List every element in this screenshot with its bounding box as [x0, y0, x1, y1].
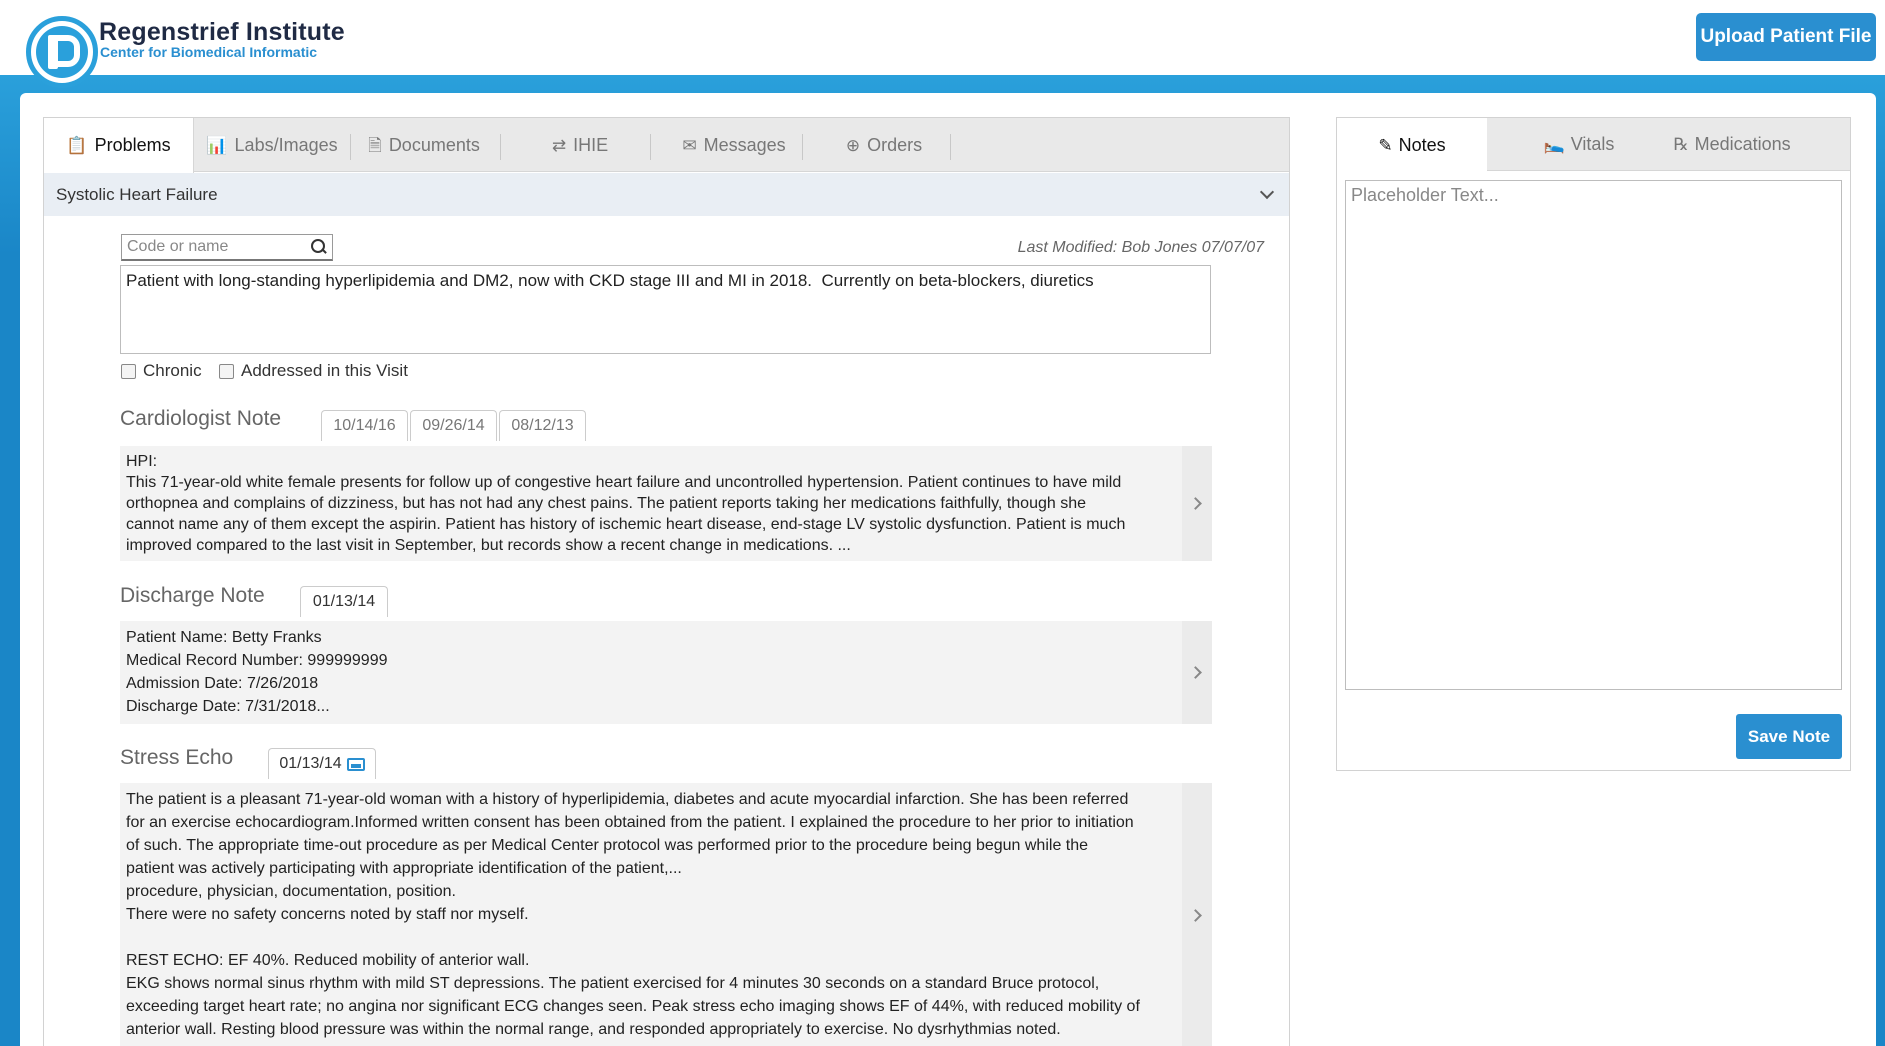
image-icon: [346, 757, 365, 771]
stress-echo-date-tab[interactable]: 01/13/14: [268, 748, 376, 779]
discharge-note-box: Patient Name: Betty Franks Medical Recor…: [120, 621, 1212, 724]
problem-header[interactable]: Systolic Heart Failure: [44, 173, 1289, 216]
chronic-checkbox-row[interactable]: Chronic: [121, 361, 202, 381]
tab-notes[interactable]: ✎ Notes: [1337, 118, 1487, 172]
envelope-icon: ✉: [682, 135, 697, 155]
code-search-input[interactable]: [122, 235, 302, 259]
tab-label: Notes: [1398, 134, 1446, 155]
problems-panel: 📋 Problems 📊 Labs/Images 🗎 Documents ⇄ I…: [43, 117, 1290, 1046]
notes-panel: ✎ Notes 🛌 Vitals ℞ Medications Save Note: [1336, 117, 1851, 771]
discharge-note-text: Patient Name: Betty Franks Medical Recor…: [126, 629, 388, 715]
problem-title: Systolic Heart Failure: [56, 185, 218, 204]
tab-medications[interactable]: ℞ Medications: [1647, 118, 1817, 171]
prescription-icon: ℞: [1673, 135, 1689, 154]
plus-circle-icon: ⊕: [845, 135, 861, 155]
cardiologist-date-tab[interactable]: 08/12/13: [499, 410, 586, 441]
chronic-label: Chronic: [143, 361, 202, 380]
tab-ihie[interactable]: ⇄ IHIE: [510, 118, 650, 172]
brand-title: Regenstrief Institute: [99, 18, 345, 46]
chevron-right-icon[interactable]: [1182, 446, 1212, 561]
discharge-note-title: Discharge Note: [120, 584, 265, 607]
left-tab-bar: 📋 Problems 📊 Labs/Images 🗎 Documents ⇄ I…: [44, 118, 1289, 173]
chevron-right-icon[interactable]: [1182, 783, 1212, 1046]
tab-orders[interactable]: ⊕ Orders: [814, 118, 954, 172]
chronic-checkbox[interactable]: [121, 363, 136, 379]
tab-messages[interactable]: ✉ Messages: [664, 118, 804, 172]
discharge-date-tab[interactable]: 01/13/14: [300, 586, 388, 617]
stress-echo-title: Stress Echo: [120, 746, 234, 769]
cardiologist-date-tab[interactable]: 10/14/16: [321, 410, 408, 441]
pencil-icon: ✎: [1378, 135, 1393, 155]
tab-labs-images[interactable]: 📊 Labs/Images: [202, 118, 342, 172]
shuffle-icon: ⇄: [551, 135, 567, 155]
bed-icon: 🛌: [1543, 135, 1565, 154]
tab-label: Documents: [388, 134, 480, 155]
document-icon: 🗎: [368, 135, 382, 155]
tab-label: Orders: [867, 134, 923, 155]
tab-label: Labs/Images: [234, 134, 338, 155]
tab-label: Medications: [1694, 134, 1791, 154]
regenstrief-logo: [26, 16, 98, 88]
chevron-down-icon[interactable]: [1254, 181, 1280, 207]
addressed-checkbox[interactable]: [219, 363, 234, 379]
code-search-box: [121, 234, 333, 261]
cardiologist-note-title: Cardiologist Note: [120, 407, 282, 430]
save-note-button[interactable]: Save Note: [1736, 714, 1842, 759]
addressed-checkbox-row[interactable]: Addressed in this Visit: [219, 361, 408, 381]
right-tab-bar: ✎ Notes 🛌 Vitals ℞ Medications: [1337, 118, 1850, 172]
tab-label: IHIE: [573, 134, 609, 155]
cardiologist-note-box: HPI: This 71-year-old white female prese…: [120, 446, 1212, 561]
bar-chart-icon: 📊: [206, 135, 228, 155]
problem-description-textarea[interactable]: Patient with long-standing hyperlipidemi…: [120, 265, 1211, 354]
clipboard-icon: 📋: [66, 136, 88, 155]
tab-label: Vitals: [1570, 134, 1615, 154]
search-icon[interactable]: [310, 238, 328, 256]
tab-label: Problems: [94, 135, 171, 155]
cardiologist-note-text: HPI: This 71-year-old white female prese…: [126, 453, 1126, 554]
brand-subtitle: Center for Biomedical Informatic: [100, 44, 318, 60]
tab-problems[interactable]: 📋 Problems: [44, 118, 194, 173]
addressed-label: Addressed in this Visit: [241, 361, 408, 380]
cardiologist-date-tab[interactable]: 09/26/14: [410, 410, 497, 441]
tab-documents[interactable]: 🗎 Documents: [356, 118, 492, 172]
stress-echo-date: 01/13/14: [279, 755, 342, 772]
notes-textarea[interactable]: [1345, 180, 1842, 690]
chevron-right-icon[interactable]: [1182, 621, 1212, 724]
stress-echo-note-box: The patient is a pleasant 71-year-old wo…: [120, 783, 1212, 1046]
tab-vitals[interactable]: 🛌 Vitals: [1509, 118, 1649, 171]
stress-echo-note-text: The patient is a pleasant 71-year-old wo…: [126, 791, 1140, 1038]
last-modified-text: Last Modified: Bob Jones 07/07/07: [1017, 239, 1264, 256]
upload-patient-file-button[interactable]: Upload Patient File: [1696, 13, 1876, 61]
tab-label: Messages: [703, 134, 786, 155]
